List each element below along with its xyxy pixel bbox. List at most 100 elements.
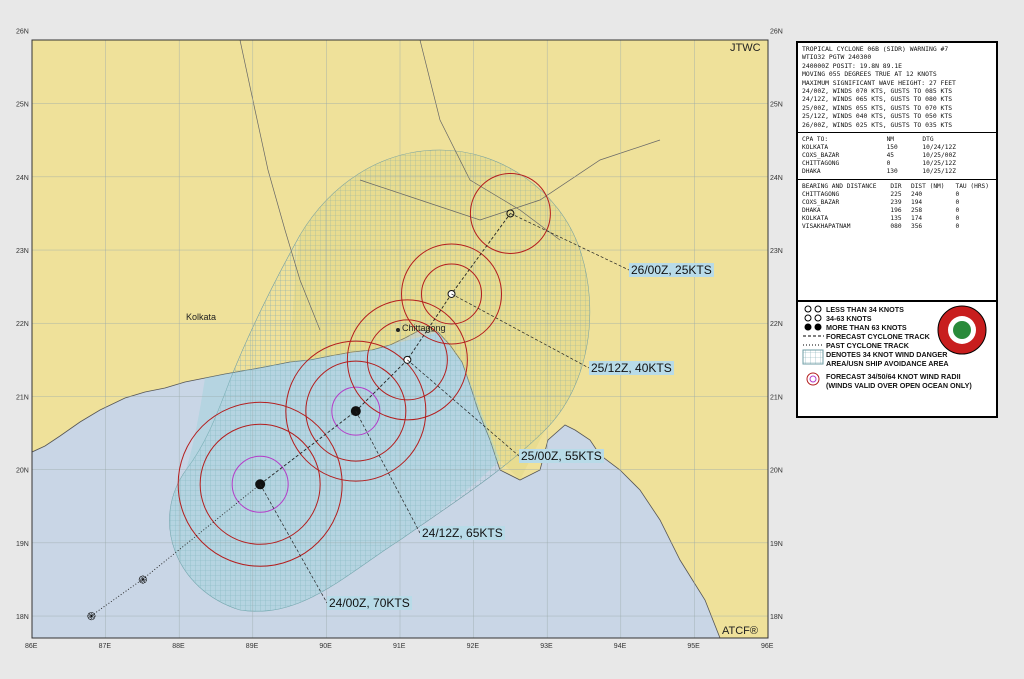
table-row: VISAKHAPATNAM 080 356 0 <box>798 223 996 231</box>
table-row: KOLKATA 135 174 0 <box>798 215 996 223</box>
lat-tick-label: 23N <box>16 248 29 255</box>
table-cell: 240 <box>910 191 923 199</box>
warning-line: MOVING 055 DEGREES TRUE AT 12 KNOTS <box>802 70 937 79</box>
table-row: KOLKATA 150 10/24/12Z <box>798 144 996 152</box>
table-cell: 196 <box>890 207 902 215</box>
legend-item: PAST CYCLONE TRACK <box>826 341 909 350</box>
table-cell: 225 <box>890 191 902 199</box>
table-cell: CPA TO: <box>802 136 829 144</box>
table-cell: CHITTAGONG <box>802 191 840 199</box>
lat-tick-label: 21N <box>770 394 783 401</box>
table-cell: 194 <box>910 199 923 207</box>
table-cell: 150 <box>886 144 898 152</box>
lat-tick-label: 26N <box>16 28 29 35</box>
lon-tick-label: 91E <box>393 643 406 650</box>
table-cell: 080 <box>890 223 902 231</box>
table-cell: 0 <box>955 207 960 215</box>
lat-tick-label: 22N <box>16 321 29 328</box>
lon-tick-label: 89E <box>246 643 259 650</box>
forecast-label: 25/00Z, 55KTS <box>519 449 604 463</box>
warning-line: 26/00Z, WINDS 025 KTS, GUSTS TO 035 KTS <box>802 120 953 129</box>
warning-line: TROPICAL CYCLONE 06B (SIDR) WARNING #7 <box>802 45 949 53</box>
past-position-marker: ֍ <box>87 611 96 623</box>
table-cell: COXS_BAZAR <box>802 152 840 160</box>
lon-tick-label: 90E <box>319 643 332 650</box>
forecast-label: 24/00Z, 70KTS <box>327 596 412 610</box>
lon-tick-label: 95E <box>687 643 700 650</box>
legend-item: FORECAST CYCLONE TRACK <box>826 332 930 341</box>
table-cell: 135 <box>890 215 902 223</box>
lon-tick-label: 88E <box>172 643 185 650</box>
table-cell: 239 <box>890 199 902 207</box>
table-cell: 0 <box>955 223 960 231</box>
table-row: CPA TO: NM DTG <box>798 136 996 144</box>
table-cell: DIST (NM) <box>910 183 945 191</box>
lon-tick-label: 96E <box>761 643 774 650</box>
table-row: DHAKA 130 10/25/12Z <box>798 168 996 176</box>
table-row: DHAKA 196 258 0 <box>798 207 996 215</box>
city-label-chittagong: Chittagong <box>402 323 446 333</box>
table-cell: 10/25/12Z <box>922 160 956 168</box>
warning-line: WTIO32 PGTW 240300 <box>802 53 872 62</box>
legend-item: LESS THAN 34 KNOTS <box>826 305 904 314</box>
lon-tick-label: 86E <box>25 643 38 650</box>
jtwc-seal-icon <box>937 305 987 355</box>
warning-line: 240000Z POSIT: 19.8N 89.1E <box>802 61 903 70</box>
lat-tick-label: 25N <box>770 102 783 109</box>
agency-label: JTWC <box>730 42 761 54</box>
city-label-kolkata: Kolkata <box>186 312 216 322</box>
table-cell: 258 <box>910 207 923 215</box>
table-cell: 10/25/12Z <box>922 168 956 176</box>
warning-line: 25/00Z, WINDS 055 KTS, GUSTS TO 070 KTS <box>802 103 953 112</box>
lat-tick-label: 22N <box>770 321 783 328</box>
table-cell: 45 <box>886 152 895 160</box>
lat-tick-label: 18N <box>16 614 29 621</box>
lat-tick-label: 26N <box>770 28 783 35</box>
table-cell: DIR <box>890 183 902 191</box>
table-row: CHITTAGONG 0 10/25/12Z <box>798 160 996 168</box>
product-label: ATCF® <box>722 625 758 637</box>
forecast-label: 26/00Z, 25KTS <box>629 263 714 277</box>
table-cell: 0 <box>955 199 960 207</box>
table-cell: 356 <box>910 223 923 231</box>
warning-line: MAXIMUM SIGNIFICANT WAVE HEIGHT: 27 FEET <box>802 78 956 87</box>
table-row: CHITTAGONG 225 240 0 <box>798 191 996 199</box>
table-cell: TAU (HRS) <box>955 183 989 191</box>
table-row: BEARING AND DISTANCE DIR DIST (NM) TAU (HRS… <box>798 183 996 191</box>
table-cell: 130 <box>886 168 898 176</box>
forecast-label: 24/12Z, 65KTS <box>420 526 505 540</box>
table-cell: 10/24/12Z <box>922 144 956 152</box>
warning-text: TROPICAL CYCLONE 06B (SIDR) WARNING #7 WT… <box>798 43 996 129</box>
table-cell: 174 <box>910 215 923 223</box>
table-row: COXS_BAZAR 239 194 0 <box>798 199 996 207</box>
lat-tick-label: 24N <box>770 175 783 182</box>
table-cell: DHAKA <box>802 168 821 176</box>
past-position-marker: ֍ <box>138 574 147 586</box>
lon-tick-label: 94E <box>614 643 627 650</box>
lat-tick-label: 18N <box>770 614 783 621</box>
lat-tick-label: 19N <box>770 541 783 548</box>
table-cell: CHITTAGONG <box>802 160 840 168</box>
cpa-table: CPA TO: NM DTG KOLKATA 150 10/24/12Z COXS_BAZA… <box>798 136 996 176</box>
table-cell: DHAKA <box>802 207 821 215</box>
lat-tick-label: 23N <box>770 248 783 255</box>
lat-tick-label: 24N <box>16 175 29 182</box>
lat-tick-label: 20N <box>770 468 783 475</box>
warning-panel: TROPICAL CYCLONE 06B (SIDR) WARNING #7 WT… <box>796 41 998 418</box>
lon-tick-label: 92E <box>467 643 480 650</box>
table-cell: NM <box>886 136 895 144</box>
table-cell: KOLKATA <box>802 144 829 152</box>
table-cell: 10/25/00Z <box>922 152 956 160</box>
table-cell: COXS_BAZAR <box>802 199 840 207</box>
bearing-table: BEARING AND DISTANCE DIR DIST (NM) TAU (HRS… <box>798 183 996 231</box>
forecast-label: 25/12Z, 40KTS <box>589 361 674 375</box>
table-cell: KOLKATA <box>802 215 829 223</box>
warning-line: 25/12Z, WINDS 040 KTS, GUSTS TO 050 KTS <box>802 112 953 121</box>
lat-tick-label: 20N <box>16 468 29 475</box>
warning-line: 24/00Z, WINDS 070 KTS, GUSTS TO 085 KTS <box>802 87 953 96</box>
legend-item: FORECAST 34/50/64 KNOT WIND RADII (WINDS… <box>826 372 972 390</box>
lat-tick-label: 21N <box>16 394 29 401</box>
warning-line: 24/12Z, WINDS 065 KTS, GUSTS TO 080 KTS <box>802 95 953 104</box>
lat-tick-label: 25N <box>16 102 29 109</box>
table-row: COXS_BAZAR 45 10/25/00Z <box>798 152 996 160</box>
